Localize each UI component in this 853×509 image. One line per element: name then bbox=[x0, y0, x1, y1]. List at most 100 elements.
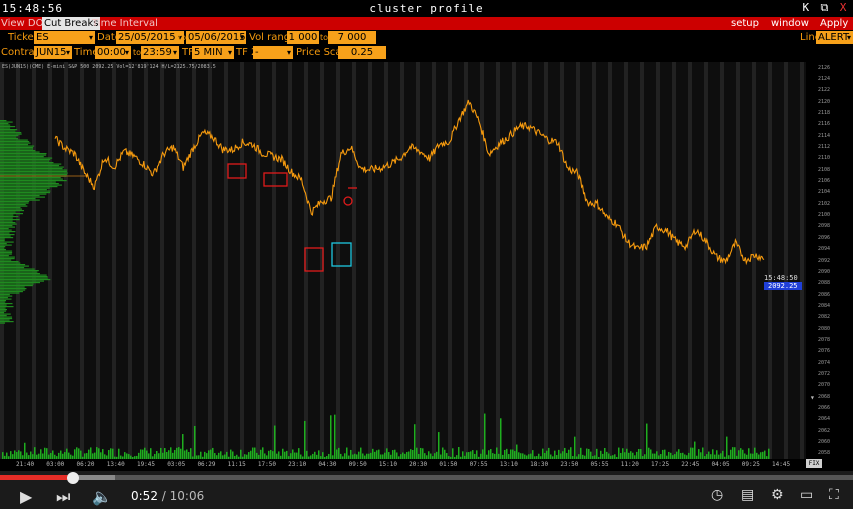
volume-bar bbox=[170, 447, 172, 459]
session-stripe bbox=[112, 62, 116, 459]
time-to-label: to bbox=[133, 48, 142, 57]
session-stripe bbox=[752, 62, 756, 459]
session-stripe bbox=[32, 62, 36, 459]
profile-bar bbox=[0, 255, 9, 257]
volume-bar bbox=[734, 447, 736, 459]
price-scale-input[interactable]: 0.25 bbox=[338, 46, 386, 59]
fix-button[interactable]: FIX bbox=[806, 459, 822, 468]
menu-time-interval[interactable]: Time Interval bbox=[92, 18, 158, 29]
profile-bar bbox=[0, 198, 36, 200]
profile-bar bbox=[0, 192, 51, 194]
profile-bar bbox=[0, 271, 38, 273]
session-stripe bbox=[16, 62, 20, 459]
vol-from-input[interactable]: 1 000 bbox=[287, 31, 319, 44]
watch-later-icon[interactable]: ◷ bbox=[711, 487, 723, 503]
volume-bar bbox=[52, 450, 54, 459]
profile-bar bbox=[0, 306, 14, 308]
setup-button[interactable]: setup bbox=[731, 18, 759, 29]
session-stripe bbox=[48, 62, 52, 459]
settings-icon[interactable]: ⚙ bbox=[771, 487, 784, 503]
profile-bar bbox=[0, 225, 13, 227]
y-tick-label: 2116 bbox=[818, 121, 831, 128]
volume-bar bbox=[472, 450, 474, 459]
next-icon[interactable]: ⏭ bbox=[56, 487, 70, 507]
profile-bar bbox=[0, 297, 8, 299]
profile-bar bbox=[0, 154, 47, 156]
profile-bar bbox=[0, 235, 11, 237]
volume-bar bbox=[176, 447, 178, 459]
profile-bar bbox=[0, 213, 24, 215]
time-from-select[interactable]: 00:00 bbox=[95, 46, 131, 59]
volume-bar bbox=[462, 451, 464, 459]
volume-bar bbox=[334, 414, 336, 459]
volume-bar bbox=[146, 450, 148, 459]
time-to-select[interactable]: 23:59 bbox=[141, 46, 179, 59]
profile-bar bbox=[0, 282, 41, 284]
volume-bar bbox=[20, 451, 22, 459]
profile-bar bbox=[0, 285, 33, 287]
contract-select[interactable]: JUN15 bbox=[34, 46, 72, 59]
x-tick-label: 22:45 bbox=[681, 461, 700, 468]
profile-bar bbox=[0, 268, 35, 270]
y-tick-label: 2098 bbox=[818, 223, 831, 230]
progress-track[interactable] bbox=[0, 475, 853, 480]
profile-bar bbox=[0, 264, 26, 266]
subtitles-icon[interactable]: ▤ bbox=[741, 487, 754, 503]
restore-icon[interactable]: ⧉ bbox=[818, 1, 830, 15]
volume-bar bbox=[606, 451, 608, 459]
close-icon[interactable]: X bbox=[837, 1, 849, 14]
profile-bar bbox=[0, 310, 7, 312]
session-stripe bbox=[624, 62, 628, 459]
line-select[interactable]: ALERT bbox=[816, 31, 853, 44]
scroll-down-icon[interactable]: ▾ bbox=[810, 393, 815, 402]
play-icon[interactable]: ▶ bbox=[20, 487, 32, 506]
profile-bar bbox=[0, 259, 12, 261]
volume-bar bbox=[18, 450, 20, 459]
theater-mode-icon[interactable]: ▭ bbox=[800, 487, 813, 503]
volume-bar bbox=[518, 452, 520, 459]
profile-bar bbox=[0, 216, 19, 218]
volume-bar bbox=[570, 447, 572, 459]
volume-bar bbox=[78, 448, 80, 459]
vol-to-input[interactable]: 7 000 bbox=[328, 31, 376, 44]
volume-bar bbox=[548, 447, 550, 459]
profile-bar bbox=[0, 265, 29, 267]
profile-bar bbox=[0, 304, 7, 306]
profile-bar bbox=[0, 247, 5, 249]
tf2-select[interactable]: - bbox=[253, 46, 293, 59]
volume-bar bbox=[358, 451, 360, 459]
volume-bar bbox=[220, 451, 222, 459]
window-button[interactable]: window bbox=[771, 18, 809, 29]
session-stripe bbox=[656, 62, 660, 459]
cluster-chart[interactable]: ✎ bbox=[0, 62, 806, 459]
volume-bar bbox=[604, 447, 606, 459]
volume-bar bbox=[622, 448, 624, 459]
session-stripe bbox=[544, 62, 548, 459]
volume-bar bbox=[588, 448, 590, 459]
y-tick-label: 2092 bbox=[818, 257, 831, 264]
x-tick-label: 17:50 bbox=[257, 461, 276, 468]
volume-bar bbox=[64, 452, 66, 459]
profile-bar bbox=[0, 196, 45, 198]
date-from-picker[interactable]: 25/05/2015 bbox=[116, 31, 184, 44]
session-stripe bbox=[672, 62, 676, 459]
tf-select[interactable]: 5 MIN bbox=[192, 46, 234, 59]
date-to-picker[interactable]: 05/06/2015 bbox=[186, 31, 246, 44]
minimize-icon[interactable]: K bbox=[800, 1, 812, 14]
profile-bar bbox=[0, 294, 10, 296]
volume-bar bbox=[482, 449, 484, 459]
profile-bar bbox=[0, 205, 28, 207]
ticker-select[interactable]: ES bbox=[34, 31, 95, 44]
profile-bar bbox=[0, 289, 26, 291]
profile-bar bbox=[0, 253, 12, 255]
profile-bar bbox=[0, 127, 11, 129]
apply-button[interactable]: Apply bbox=[820, 18, 848, 29]
volume-icon[interactable]: 🔈 bbox=[92, 487, 112, 506]
profile-bar bbox=[0, 186, 58, 188]
window-titlebar: 15:48:56 cluster profile K ⧉ X bbox=[0, 0, 853, 17]
fullscreen-icon[interactable]: ⛶ bbox=[829, 487, 839, 503]
volume-bar bbox=[190, 448, 192, 459]
profile-bar bbox=[0, 132, 22, 134]
volume-bar bbox=[34, 447, 36, 459]
x-tick-label: 06:29 bbox=[197, 461, 216, 468]
